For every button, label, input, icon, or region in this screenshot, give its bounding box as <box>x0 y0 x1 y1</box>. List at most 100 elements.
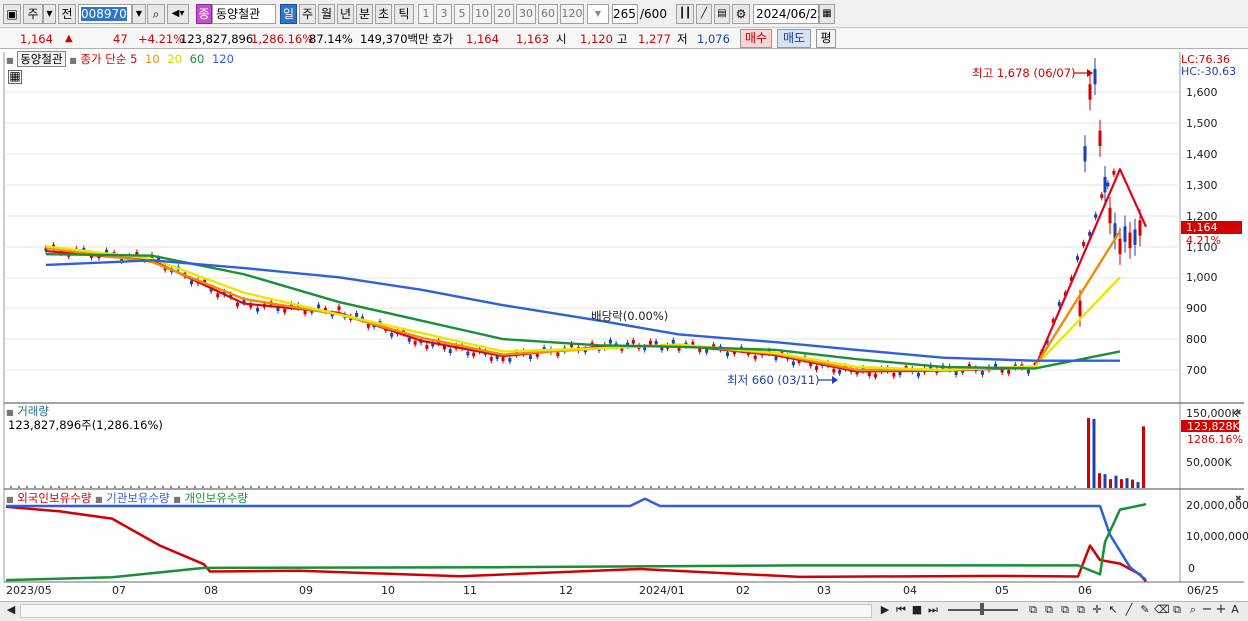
code-input[interactable]: 008970 <box>78 4 132 24</box>
calendar-icon[interactable]: ▦ <box>819 4 835 24</box>
line-tool-icon[interactable]: ╱ <box>696 4 712 24</box>
volume-bar <box>290 486 292 488</box>
volume-bar <box>842 486 844 488</box>
window-menu-icon[interactable]: ▣ <box>3 4 21 24</box>
quote-rotation: 87.14% <box>309 32 353 46</box>
vol-tick-150000k: 150,000K <box>1186 407 1239 420</box>
ma-20-label[interactable]: 20 <box>167 52 182 66</box>
save-icon[interactable]: ▤ <box>714 4 730 24</box>
layout-2-icon[interactable]: ⧉ <box>1042 602 1056 618</box>
volume-title[interactable]: ■ 거래량 <box>6 405 49 419</box>
auto-scale-icon[interactable]: A <box>1228 602 1242 618</box>
layout-4-icon[interactable]: ⧉ <box>1074 602 1088 618</box>
candle-icon[interactable]: ┃┃ <box>676 4 694 24</box>
ma-10-label[interactable]: 10 <box>145 52 160 66</box>
sell-button[interactable]: 매도 <box>777 29 811 48</box>
period-minute[interactable]: 분 <box>356 4 373 24</box>
interval-5[interactable]: 5 <box>454 4 470 24</box>
candle-body <box>815 366 818 370</box>
volume-bar <box>346 486 348 488</box>
zoom-in-icon[interactable]: + <box>1214 602 1228 618</box>
volume-bar <box>178 486 180 488</box>
search-icon[interactable]: ⌕ <box>1186 602 1200 618</box>
period-month[interactable]: 월 <box>318 4 335 24</box>
candle-body <box>774 356 778 360</box>
buy-button[interactable]: 매수 <box>740 29 772 48</box>
chevron-down-icon[interactable]: ▼ <box>43 4 56 24</box>
candle-body <box>1100 194 1104 198</box>
trend-icon[interactable]: ╱ <box>1122 602 1136 618</box>
volume-bar <box>778 486 780 488</box>
volume-bar <box>914 486 916 488</box>
stock-name-tag[interactable]: 동양철관 <box>17 51 66 67</box>
fast-forward-icon[interactable]: ⏭ <box>926 602 940 618</box>
interval-20[interactable]: 20 <box>494 4 514 24</box>
interval-10[interactable]: 10 <box>472 4 492 24</box>
count-input[interactable]: 265 <box>612 4 638 24</box>
candle-body <box>1057 302 1061 306</box>
horizontal-scrollbar[interactable] <box>20 604 872 618</box>
legend-institution[interactable]: 기관보유수량 <box>106 491 169 505</box>
ma-60-label[interactable]: 60 <box>190 52 205 66</box>
volume-bar <box>194 486 196 488</box>
volume-bar <box>314 486 316 488</box>
period-second[interactable]: 초 <box>375 4 392 24</box>
interval-dropdown-icon[interactable]: ▼ <box>587 4 609 24</box>
volume-bar <box>90 486 92 488</box>
stock-name[interactable]: 동양철관 <box>212 4 276 24</box>
interval-60[interactable]: 60 <box>538 4 558 24</box>
crosshair-icon[interactable]: ✛ <box>1090 602 1104 618</box>
legend-foreign[interactable]: 외국인보유수량 <box>17 491 91 505</box>
layout-1-icon[interactable]: ⧉ <box>1026 602 1040 618</box>
interval-3[interactable]: 3 <box>436 4 452 24</box>
scroll-right-icon[interactable]: ▶ <box>878 602 892 618</box>
period-year[interactable]: 년 <box>337 4 354 24</box>
ma-label[interactable]: 종가 단순 <box>80 52 126 66</box>
interval-1[interactable]: 1 <box>418 4 434 24</box>
draw-icon[interactable]: ✎ <box>1138 602 1152 618</box>
hc-label: HC:-30.63 <box>1181 65 1237 78</box>
prev-button[interactable]: 전 <box>58 4 76 24</box>
volume-bar <box>274 486 276 488</box>
ma-5-label[interactable]: 5 <box>130 52 137 66</box>
erase-icon[interactable]: ⌫ <box>1154 602 1170 618</box>
volume-bar <box>594 486 596 488</box>
rewind-icon[interactable]: ⏮ <box>894 602 908 618</box>
low-label: 저 <box>677 32 688 46</box>
speaker-icon[interactable]: ◀▾ <box>167 4 189 24</box>
volume-bar <box>802 486 804 488</box>
table-view-icon[interactable]: ▦ <box>8 70 22 84</box>
eval-button[interactable]: 평 <box>816 29 836 48</box>
candle-body <box>235 302 239 307</box>
volume-bar <box>722 486 724 488</box>
date-input[interactable]: 2024/06/25 <box>753 4 825 24</box>
gear-icon[interactable]: ⚙ <box>732 4 750 24</box>
volume-bar <box>1114 475 1118 488</box>
zoom-slider-thumb[interactable] <box>980 603 984 615</box>
volume-bar <box>786 486 788 488</box>
period-tick[interactable]: 틱 <box>394 4 414 24</box>
close-icon[interactable]: ✖ <box>1235 492 1242 505</box>
close-icon[interactable]: ✖ <box>1235 406 1242 419</box>
interval-120[interactable]: 120 <box>560 4 584 24</box>
scroll-left-icon[interactable]: ◀ <box>4 602 18 618</box>
code-dropdown-chevron-icon[interactable]: ▼ <box>132 4 146 24</box>
stop-icon[interactable]: ■ <box>910 602 924 618</box>
volume-bar <box>42 486 44 488</box>
interval-30[interactable]: 30 <box>516 4 536 24</box>
volume-bar <box>1002 486 1004 488</box>
legend-individual[interactable]: 개인보유수량 <box>185 491 248 505</box>
search-icon[interactable]: ⌕ <box>147 4 165 24</box>
zoom-out-icon[interactable]: − <box>1200 602 1214 618</box>
layout-3-icon[interactable]: ⧉ <box>1058 602 1072 618</box>
copy-icon[interactable]: ⧉ <box>1170 602 1184 618</box>
chart-canvas[interactable] <box>0 49 1248 601</box>
period-week[interactable]: 주 <box>299 4 316 24</box>
market-type-select[interactable]: 주 <box>23 4 43 24</box>
legend-marker-icon: ■ <box>6 408 14 417</box>
period-day[interactable]: 일 <box>280 4 297 24</box>
cursor-icon[interactable]: ↖ <box>1106 602 1120 618</box>
ma-120-label[interactable]: 120 <box>212 52 234 66</box>
volume-bar <box>330 486 332 488</box>
quote-ask: 1,164 <box>466 32 499 46</box>
